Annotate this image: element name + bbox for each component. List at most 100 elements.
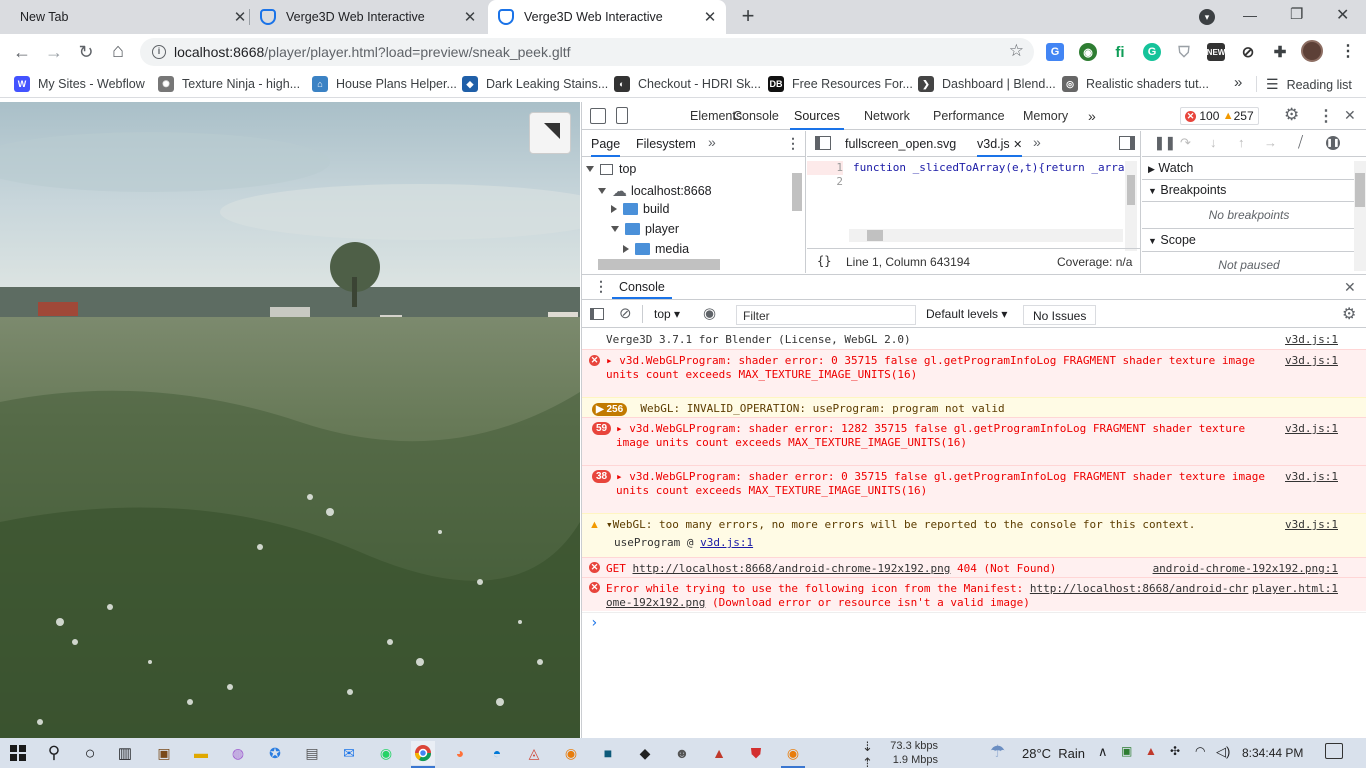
tab-network[interactable]: Network [864, 102, 910, 130]
scope-section[interactable]: ▼ Scope [1148, 233, 1196, 247]
tab-performance[interactable]: Performance [933, 102, 1005, 130]
console-message-error[interactable]: ✕ ▸ v3d.WebGLProgram: shader error: 0 35… [582, 349, 1366, 397]
tab-filesystem[interactable]: Filesystem [636, 137, 696, 151]
chevron-up-icon[interactable]: ∧ [1098, 744, 1108, 760]
console-message-warning[interactable]: ▶ 256 WebGL: INVALID_OPERATION: useProgr… [582, 397, 1366, 417]
bookmark-8[interactable]: ◎ Realistic shaders tut... [1062, 76, 1209, 92]
close-drawer-icon[interactable]: ✕ [1344, 279, 1356, 296]
wifi-icon[interactable]: ◠ [1195, 744, 1205, 758]
issues-button[interactable]: No Issues [1023, 305, 1097, 325]
navigator-hscrollbar[interactable] [598, 259, 720, 270]
app-icon[interactable]: ◍ [226, 741, 250, 765]
new-tab-button[interactable]: + [736, 4, 760, 30]
tree-item-media[interactable]: media [623, 242, 689, 256]
close-devtools-icon[interactable]: ✕ [1344, 107, 1356, 124]
console-prompt[interactable]: › [582, 612, 1366, 632]
source-link[interactable]: v3d.js:1 [1285, 470, 1338, 484]
console-message-warning[interactable]: ▲ ▾WebGL: too many errors, no more error… [582, 513, 1366, 557]
chrome-icon[interactable] [411, 741, 435, 765]
source-link[interactable]: v3d.js:1 [1285, 333, 1338, 347]
globe-extension-icon[interactable]: ◉ [1079, 43, 1097, 61]
pause-icon[interactable]: ❚❚ [1154, 135, 1176, 151]
search-icon[interactable]: ⚲ [42, 741, 66, 765]
eye-icon[interactable]: ◉ [703, 304, 716, 322]
source-link[interactable]: v3d.js:1 [1285, 354, 1338, 368]
reload-button[interactable]: ↻ [70, 36, 102, 68]
blender-icon[interactable]: ◉ [559, 741, 583, 765]
address-bar[interactable]: i localhost:8668/player/player.html?load… [140, 38, 1034, 66]
forward-button[interactable]: → [38, 36, 70, 68]
console-sidebar-icon[interactable] [590, 308, 604, 320]
start-button[interactable] [6, 741, 30, 765]
more-tabs-icon[interactable]: » [1088, 102, 1096, 130]
app-icon[interactable]: ◬ [522, 741, 546, 765]
pretty-print-button[interactable]: {} [817, 254, 831, 268]
verge3d-viewport[interactable] [0, 102, 580, 738]
console-message-error[interactable]: 59 ▸ v3d.WebGLProgram: shader error: 128… [582, 417, 1366, 465]
debugger-scrollbar[interactable] [1354, 161, 1366, 271]
close-icon[interactable]: ✕ [232, 8, 248, 26]
shield-extension-icon[interactable]: ⛉ [1175, 43, 1193, 61]
issues-counter[interactable]: ✕ 100 ▲ 257 [1180, 107, 1259, 125]
bookmarks-more-button[interactable]: » [1234, 74, 1242, 91]
block-extension-icon[interactable]: ⊘ [1239, 43, 1257, 61]
edge-icon[interactable]: ◓ [485, 741, 509, 765]
inspect-element-icon[interactable] [590, 108, 606, 124]
tab-sources[interactable]: Sources [790, 102, 844, 130]
editor-hscrollbar[interactable] [849, 229, 1123, 242]
editor-tab-v3djs[interactable]: v3d.js ✕ [977, 137, 1023, 157]
tab-page[interactable]: Page [591, 137, 621, 157]
navigator-scrollbar[interactable] [792, 173, 802, 211]
gimp-icon[interactable]: ☻ [670, 741, 694, 765]
close-icon[interactable]: ✕ [702, 8, 718, 26]
weather-icon[interactable]: ☂ [990, 742, 1005, 762]
minimize-button[interactable]: — [1243, 7, 1257, 23]
console-settings-icon[interactable]: ⚙ [1342, 304, 1356, 324]
news-extension-icon[interactable]: NEW [1207, 43, 1225, 61]
task-view-icon[interactable]: ▥ [113, 741, 137, 765]
tab-memory[interactable]: Memory [1023, 102, 1068, 130]
code-line-1[interactable]: function _slicedToArray(e,t){return _arr… [853, 161, 1125, 175]
tree-item-build[interactable]: build [611, 202, 669, 216]
firefox-icon[interactable]: ◕ [448, 741, 472, 765]
bookmark-5[interactable]: ◐ Checkout - HDRI Sk... [614, 76, 761, 92]
reading-list-button[interactable]: ☰ Reading list [1266, 76, 1352, 93]
more-nav-tabs-icon[interactable]: » [708, 134, 716, 150]
settings-gear-icon[interactable]: ⚙ [1284, 105, 1299, 125]
home-button[interactable]: ⌂ [102, 35, 134, 67]
grammarly-icon[interactable]: G [1143, 43, 1161, 61]
source-link[interactable]: v3d.js:1 [1285, 422, 1338, 436]
fi-extension-icon[interactable]: fi [1111, 43, 1129, 61]
tray-pdf-icon[interactable]: ▲ [1145, 744, 1157, 758]
avatar[interactable] [1301, 40, 1323, 62]
app-icon[interactable]: ⛊ [744, 741, 768, 765]
tab-verge3d-2[interactable]: Verge3D Web Interactive ✕ [488, 0, 726, 34]
step-over-icon[interactable]: ↷ [1180, 135, 1191, 151]
devtools-menu-icon[interactable]: ⋮ [1318, 106, 1334, 126]
toggle-debugger-icon[interactable] [1119, 136, 1135, 150]
close-icon[interactable]: ✕ [1013, 139, 1022, 151]
drawer-menu-icon[interactable]: ⋮ [594, 278, 608, 295]
weather-text[interactable]: 28°C Rain [1022, 746, 1085, 761]
console-message-error[interactable]: ✕ GET http://localhost:8668/android-chro… [582, 557, 1366, 577]
info-icon[interactable]: i [152, 45, 166, 59]
whatsapp-icon[interactable]: ◉ [374, 741, 398, 765]
fullscreen-button[interactable] [529, 112, 571, 154]
blender-icon[interactable]: ◉ [781, 741, 805, 765]
deactivate-breakpoints-icon[interactable]: ⧸ [1298, 134, 1303, 151]
close-window-button[interactable]: ✕ [1336, 5, 1349, 25]
pdf-icon[interactable]: ▲ [707, 741, 731, 765]
tree-item-localhost[interactable]: ☁ localhost:8668 [598, 182, 712, 200]
tray-icon[interactable]: ✣ [1170, 744, 1180, 758]
stack-link[interactable]: v3d.js:1 [700, 536, 753, 549]
puzzle-extensions-icon[interactable]: ✚ [1271, 43, 1289, 61]
calculator-icon[interactable]: ▤ [300, 741, 324, 765]
toggle-navigator-icon[interactable] [815, 136, 831, 150]
context-selector[interactable]: top ▾ [654, 307, 680, 321]
editor-vscrollbar[interactable] [1125, 161, 1137, 251]
close-icon[interactable]: ✕ [462, 8, 478, 26]
step-out-icon[interactable]: ↑ [1238, 135, 1245, 150]
console-message-error[interactable]: ✕ Error while trying to use the followin… [582, 577, 1366, 611]
maximize-button[interactable]: ❐ [1290, 5, 1303, 23]
console-message-error[interactable]: 38 ▸ v3d.WebGLProgram: shader error: 0 3… [582, 465, 1366, 513]
